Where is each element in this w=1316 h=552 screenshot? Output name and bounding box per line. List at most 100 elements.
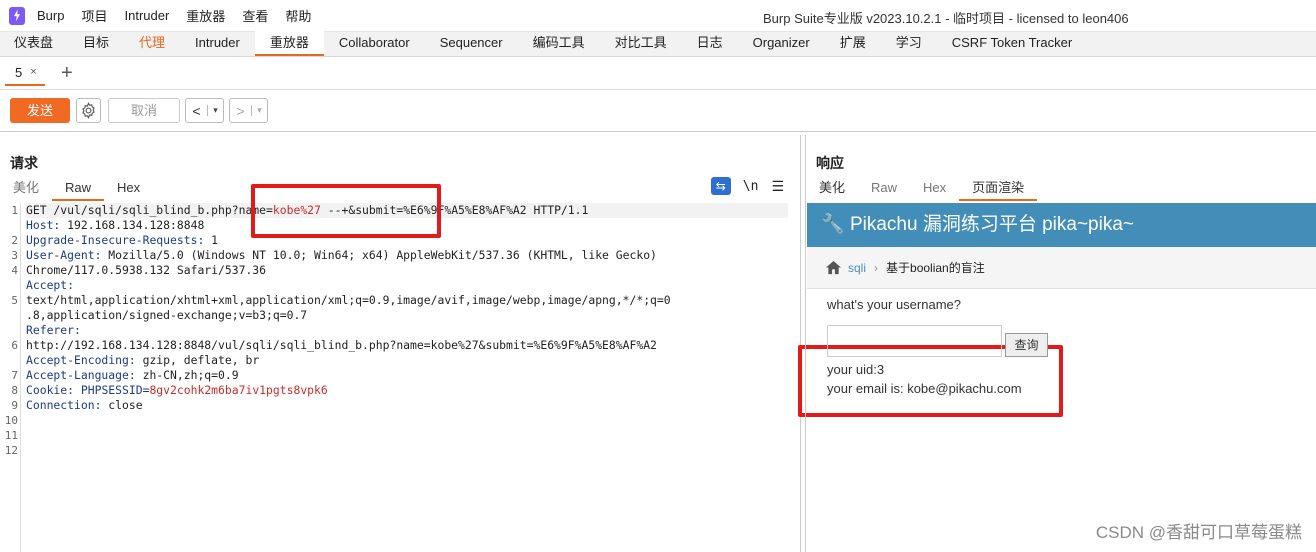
tab-render[interactable]: 页面渲染 <box>959 179 1038 201</box>
wrap-lines-icon[interactable]: ⇆ <box>710 177 731 195</box>
request-title: 请求 <box>10 155 38 171</box>
request-editor[interactable]: 1 2 3 4 5 6 7 8 9 10 11 12 GET /vul/sqli/sqli_blind… <box>0 203 800 552</box>
home-icon[interactable] <box>825 260 842 275</box>
menu-project[interactable]: 项目 <box>81 6 107 25</box>
line-number: 9 <box>11 399 18 412</box>
window-title: Burp Suite专业版 v2023.10.2.1 - 临时项目 - lice… <box>763 11 1129 26</box>
line-number: 2 <box>11 234 18 247</box>
header-value: .8,application/signed-exchange;v=b3;q=0.… <box>26 308 308 322</box>
code-line: Chrome/117.0.5938.132 Safari/537.36 <box>26 263 788 278</box>
menu-view[interactable]: 查看 <box>242 6 268 25</box>
add-tab-icon[interactable]: + <box>61 62 73 85</box>
pikachu-header: 🔧 Pikachu 漏洞练习平台 pika~pika~ <box>807 203 1316 247</box>
response-tabs: 美化 Raw Hex 页面渲染 <box>806 179 1038 201</box>
page-body: what's your username? 查询 your uid:3 your… <box>827 297 1048 398</box>
tab-raw[interactable]: Raw <box>858 179 910 201</box>
wrench-icon: 🔧 <box>821 214 845 235</box>
close-icon[interactable]: × <box>30 66 36 78</box>
chevron-down-icon[interactable]: ▾ <box>251 105 267 116</box>
menu-help[interactable]: 帮助 <box>285 6 311 25</box>
back-arrow-icon: < <box>192 102 201 119</box>
menu-intruder[interactable]: Intruder <box>124 8 169 23</box>
hamburger-menu-icon[interactable]: ☰ <box>771 178 784 195</box>
code-line: Referer: <box>26 323 788 338</box>
code-line: .8,application/signed-exchange;v=b3;q=0.… <box>26 308 788 323</box>
tab-csrf-token-tracker[interactable]: CSRF Token Tracker <box>937 31 1087 56</box>
code-line: http://192.168.134.128:8848/vul/sqli/sql… <box>26 338 788 353</box>
tab-learn[interactable]: 学习 <box>881 31 937 56</box>
tab-pretty[interactable]: 美化 <box>0 179 52 201</box>
breadcrumb-chevron-icon: › <box>874 260 879 275</box>
code-line: Connection: close <box>26 398 788 413</box>
cookie-value: 8gv2cohk2m6ba7iv1pgts8vpk6 <box>149 383 328 397</box>
line-number-gutter: 1 2 3 4 5 6 7 8 9 10 11 12 <box>0 203 21 552</box>
code-line: Cookie: PHPSESSID=8gv2cohk2m6ba7iv1pgts8… <box>26 383 788 398</box>
response-title: 响应 <box>816 155 844 171</box>
forward-button[interactable]: > ▾ <box>229 98 268 123</box>
tab-sequencer[interactable]: Sequencer <box>425 31 518 56</box>
repeater-tab-label: 5 <box>15 64 23 80</box>
cancel-button[interactable]: 取消 <box>108 98 180 123</box>
tab-intruder[interactable]: Intruder <box>180 31 255 56</box>
tab-repeater[interactable]: 重放器 <box>254 31 324 56</box>
line-number: 8 <box>11 384 18 397</box>
repeater-tab-5[interactable]: 5 × <box>5 60 45 86</box>
menu-burp[interactable]: Burp <box>37 8 64 23</box>
line-number: 6 <box>11 339 18 352</box>
repeater-toolbar: 发送 取消 < ▾ > ▾ <box>0 90 1316 132</box>
tab-comparer[interactable]: 对比工具 <box>600 31 682 56</box>
breadcrumb: sqli › 基于boolian的盲注 <box>807 247 1316 289</box>
request-code[interactable]: GET /vul/sqli/sqli_blind_b.php?name=kobe… <box>26 203 788 443</box>
line-number: 5 <box>11 294 18 307</box>
send-button[interactable]: 发送 <box>10 98 70 123</box>
line-number: 11 <box>4 429 18 442</box>
result-uid: your uid:3 <box>827 362 885 377</box>
back-button[interactable]: < ▾ <box>185 98 224 123</box>
chevron-down-icon[interactable]: ▾ <box>207 105 223 116</box>
header-value: close <box>101 398 143 412</box>
code-line: User-Agent: Mozilla/5.0 (Windows NT 10.0… <box>26 248 788 263</box>
breadcrumb-current: 基于boolian的盲注 <box>886 261 985 275</box>
result-email: your email is: kobe@pikachu.com <box>827 381 1022 396</box>
code-line: text/html,application/xhtml+xml,applicat… <box>26 293 788 308</box>
repeater-tab-row: 5 × + <box>0 57 1316 90</box>
tab-pretty[interactable]: 美化 <box>806 179 858 201</box>
tab-logger[interactable]: 日志 <box>682 31 738 56</box>
tab-hex[interactable]: Hex <box>910 179 959 201</box>
header-name: Upgrade-Insecure-Requests: <box>26 233 205 247</box>
tab-hex[interactable]: Hex <box>104 179 153 201</box>
username-question: what's your username? <box>827 297 961 312</box>
watermark: CSDN @香甜可口草莓蛋糕 <box>1095 523 1302 542</box>
tab-decoder[interactable]: 编码工具 <box>518 31 600 56</box>
line-number: 7 <box>11 369 18 382</box>
header-name: Host: <box>26 218 61 232</box>
burp-logo-icon <box>9 6 25 25</box>
header-value: http://192.168.134.128:8848/vul/sqli/sql… <box>26 338 657 352</box>
header-value: Mozilla/5.0 (Windows NT 10.0; Win64; x64… <box>101 248 657 262</box>
header-value: gzip, deflate, br <box>135 353 260 367</box>
header-name: User-Agent: <box>26 248 102 262</box>
tab-collaborator[interactable]: Collaborator <box>324 31 425 56</box>
line-number: 4 <box>11 264 18 277</box>
newline-toggle[interactable]: \n <box>743 179 759 194</box>
tab-raw[interactable]: Raw <box>52 179 105 201</box>
menu-repeater[interactable]: 重放器 <box>186 6 225 25</box>
response-pane: 响应 美化 Raw Hex 页面渲染 🔧 Pikachu 漏洞练习平台 pika… <box>805 135 1316 552</box>
menu-bar: Burp 项目 Intruder 重放器 查看 帮助 Burp Suite专业版… <box>0 0 1316 32</box>
header-name: Referer: <box>26 323 81 337</box>
tab-extensions[interactable]: 扩展 <box>825 31 881 56</box>
query-button[interactable]: 查询 <box>1005 333 1048 357</box>
header-name: Accept-Encoding: <box>26 353 136 367</box>
line-number: 12 <box>4 444 18 457</box>
code-line: Accept-Language: zh-CN,zh;q=0.9 <box>26 368 788 383</box>
settings-button[interactable] <box>76 98 101 123</box>
username-input[interactable] <box>827 325 1002 357</box>
tab-dashboard[interactable]: 仪表盘 <box>0 31 68 56</box>
breadcrumb-link-sqli[interactable]: sqli <box>848 261 866 275</box>
tab-organizer[interactable]: Organizer <box>738 31 825 56</box>
tab-target[interactable]: 目标 <box>68 31 124 56</box>
tab-proxy[interactable]: 代理 <box>124 31 180 56</box>
header-value: zh-CN,zh;q=0.9 <box>135 368 239 382</box>
